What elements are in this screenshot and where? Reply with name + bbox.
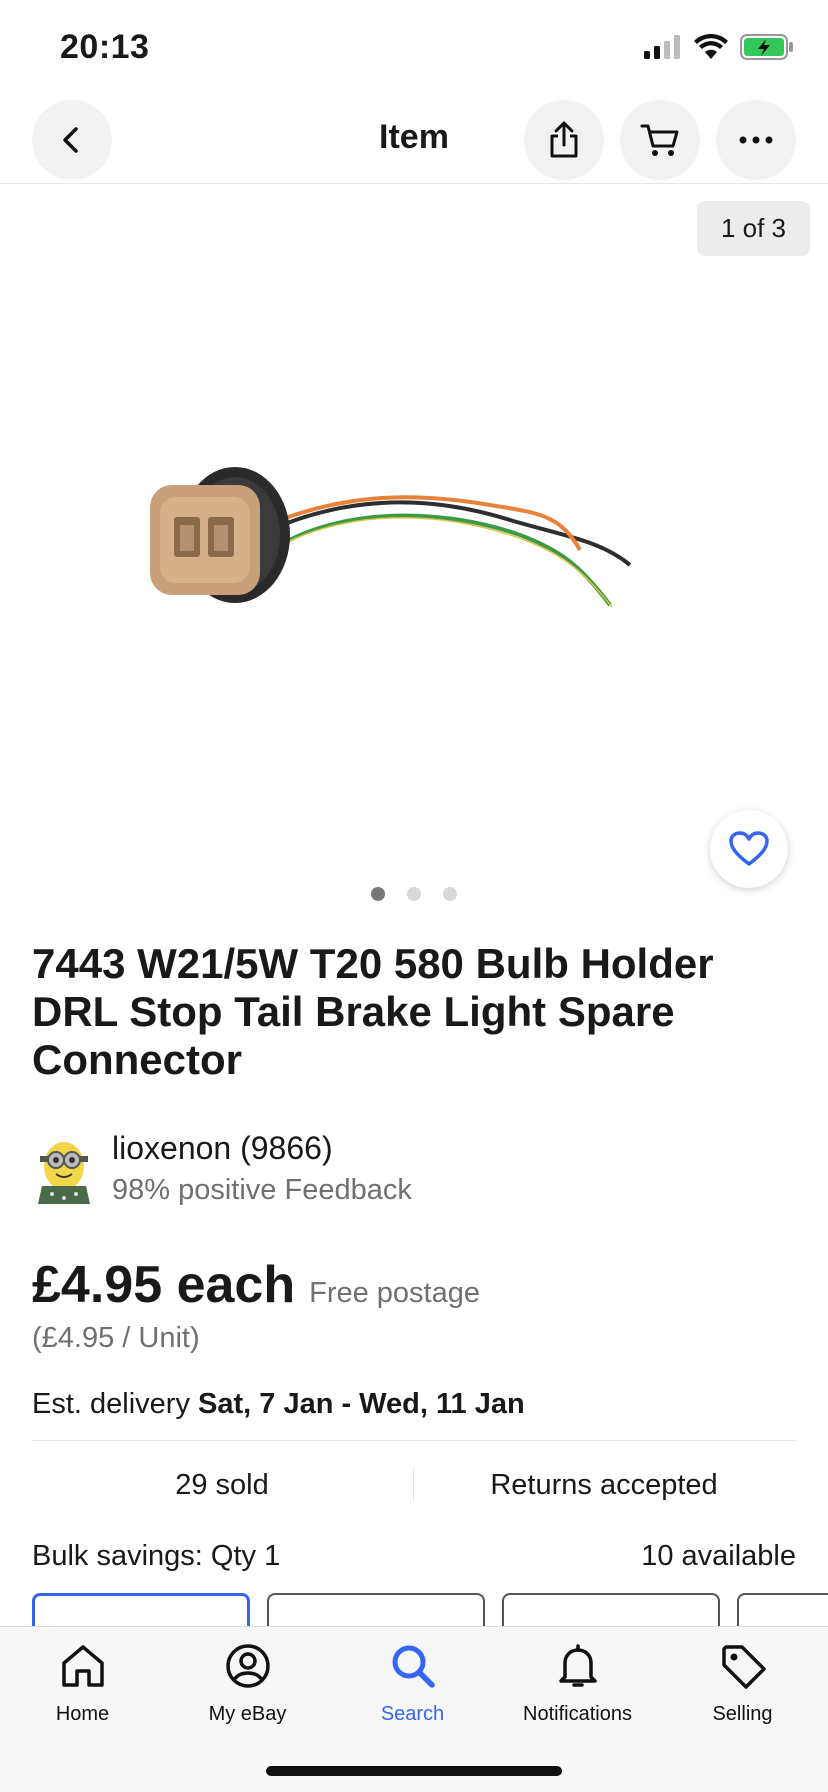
tab-home[interactable]: Home bbox=[0, 1641, 165, 1726]
bottom-tab-bar: Home My eBay Search Notifications Sellin… bbox=[0, 1626, 828, 1792]
delivery-estimate: Est. delivery Sat, 7 Jan - Wed, 11 Jan bbox=[32, 1388, 525, 1421]
search-icon bbox=[392, 1645, 435, 1688]
heart-icon bbox=[729, 831, 769, 866]
seller-feedback: 98% positive Feedback bbox=[112, 1174, 412, 1206]
bell-icon bbox=[558, 1644, 597, 1687]
unit-price: (£4.95 / Unit) bbox=[32, 1322, 200, 1354]
tab-my-ebay[interactable]: My eBay bbox=[165, 1641, 330, 1726]
signal-icon bbox=[644, 35, 680, 59]
tab-label: Search bbox=[380, 1703, 445, 1725]
sold-count: 29 sold bbox=[175, 1469, 269, 1501]
status-icons bbox=[644, 34, 794, 60]
pagination-dot[interactable] bbox=[443, 887, 457, 901]
pagination-dot[interactable] bbox=[407, 887, 421, 901]
tab-label: Home bbox=[55, 1703, 110, 1725]
top-nav-bar: Item bbox=[0, 100, 828, 184]
image-gallery[interactable]: 1 of 3 bbox=[0, 185, 828, 915]
home-icon bbox=[61, 1645, 104, 1687]
price-row: £4.95 each Free postage bbox=[32, 1255, 480, 1315]
bulk-savings-label: Bulk savings: Qty 1 bbox=[32, 1540, 281, 1572]
delivery-label: Est. delivery bbox=[32, 1388, 190, 1420]
seller-name[interactable]: lioxenon (9866) bbox=[112, 1130, 333, 1167]
tab-label: My eBay bbox=[208, 1703, 287, 1725]
image-counter: 1 of 3 bbox=[696, 201, 810, 256]
more-horizontal-icon bbox=[739, 136, 773, 144]
cart-icon bbox=[640, 124, 679, 156]
pagination-dot-active[interactable] bbox=[371, 887, 385, 901]
divider bbox=[32, 1440, 796, 1441]
page-title: Item bbox=[379, 118, 449, 156]
more-options-button[interactable] bbox=[716, 100, 796, 180]
user-icon bbox=[225, 1644, 270, 1688]
wifi-icon bbox=[694, 34, 728, 59]
tab-label: Notifications bbox=[523, 1703, 632, 1725]
returns-policy: Returns accepted bbox=[490, 1469, 718, 1501]
pagination-dots bbox=[0, 887, 828, 901]
share-icon bbox=[550, 121, 578, 158]
home-indicator bbox=[266, 1766, 562, 1776]
tab-label: Selling bbox=[712, 1703, 773, 1725]
watch-button[interactable] bbox=[710, 810, 788, 888]
delivery-dates: Sat, 7 Jan - Wed, 11 Jan bbox=[198, 1388, 525, 1420]
available-quantity: 10 available bbox=[641, 1540, 796, 1572]
battery-icon bbox=[740, 34, 793, 60]
status-time: 20:13 bbox=[60, 28, 150, 66]
item-stats: 29 sold Returns accepted bbox=[32, 1460, 796, 1510]
tab-selling[interactable]: Selling bbox=[660, 1641, 825, 1726]
seller-info[interactable]: lioxenon (9866) 98% positive Feedback bbox=[32, 1130, 792, 1210]
tab-notifications[interactable]: Notifications bbox=[495, 1641, 660, 1726]
status-bar: 20:13 bbox=[0, 0, 828, 100]
cart-button[interactable] bbox=[620, 100, 700, 180]
tab-search[interactable]: Search bbox=[330, 1641, 495, 1726]
product-image bbox=[150, 467, 632, 608]
seller-avatar bbox=[38, 1142, 90, 1204]
tag-icon bbox=[721, 1645, 766, 1689]
product-title: 7443 W21/5W T20 580 Bulb Holder DRL Stop… bbox=[32, 940, 714, 1083]
postage-info: Free postage bbox=[309, 1277, 480, 1309]
item-price: £4.95 each bbox=[32, 1256, 296, 1314]
share-button[interactable] bbox=[524, 100, 604, 180]
